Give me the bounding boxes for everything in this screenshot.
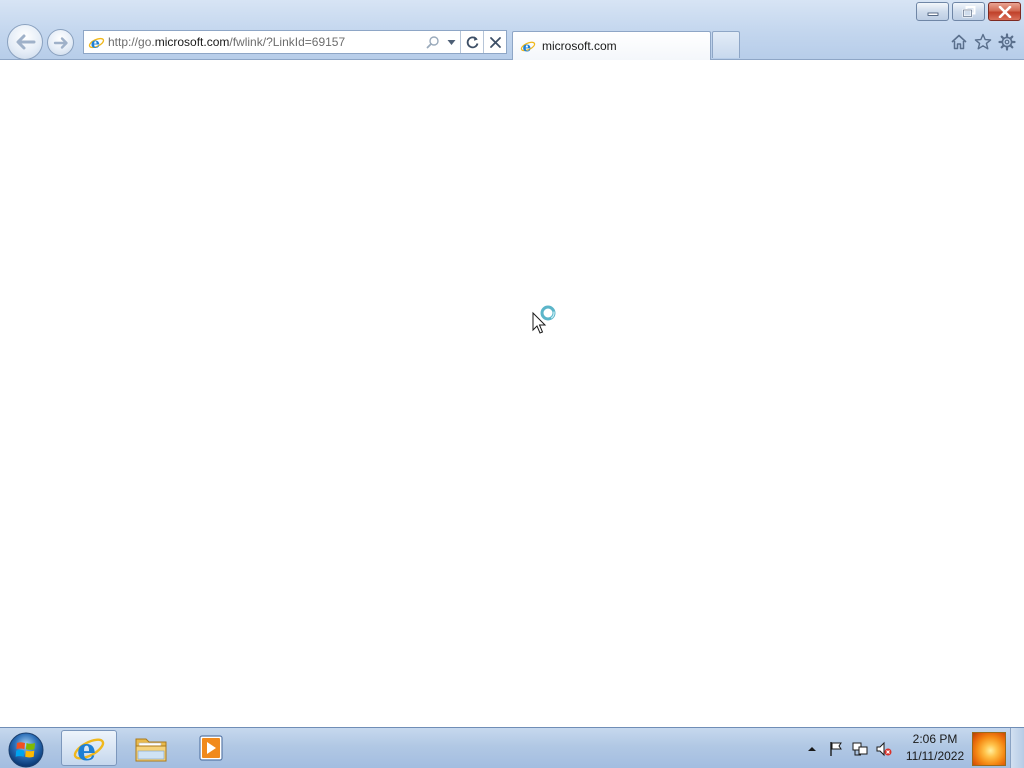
- favorites-star-icon[interactable]: [974, 33, 992, 51]
- show-desktop-button[interactable]: [1010, 728, 1024, 768]
- url-path: /fwlink/?LinkId=69157: [229, 35, 346, 49]
- restore-button[interactable]: [952, 2, 985, 21]
- address-divider: [483, 31, 484, 53]
- ie-tab-icon: e: [520, 39, 536, 54]
- svg-text:e: e: [91, 36, 100, 51]
- taskbar-windows-explorer[interactable]: [123, 730, 179, 766]
- tab-microsoft[interactable]: e microsoft.com: [512, 31, 711, 60]
- taskbar-windows-media-player[interactable]: [183, 730, 239, 766]
- restore-icon: [962, 5, 975, 17]
- action-center-flag-icon[interactable]: [828, 741, 844, 757]
- user-picture-avatar[interactable]: [972, 732, 1006, 766]
- taskbar: e: [0, 727, 1024, 768]
- page-content[interactable]: [0, 60, 1024, 727]
- clock-date: 11/11/2022: [905, 749, 965, 763]
- back-button[interactable]: [7, 24, 43, 60]
- stop-icon[interactable]: [487, 34, 504, 51]
- home-icon[interactable]: [950, 33, 968, 51]
- start-button[interactable]: [6, 730, 46, 768]
- url-domain: microsoft.com: [154, 35, 230, 49]
- forward-button[interactable]: [47, 29, 74, 56]
- address-bar[interactable]: e http://go.microsoft.com/fwlink/?LinkId…: [83, 30, 507, 54]
- show-hidden-icons-icon[interactable]: [806, 744, 818, 754]
- browser-toolbar: e http://go.microsoft.com/fwlink/?LinkId…: [0, 0, 1024, 60]
- ie-page-icon: e: [88, 36, 105, 51]
- close-icon: [998, 5, 1011, 18]
- media-player-icon: [199, 735, 223, 761]
- close-window-button[interactable]: [988, 2, 1021, 21]
- clock-time: 2:06 PM: [912, 732, 958, 746]
- network-icon[interactable]: [852, 741, 868, 757]
- taskbar-internet-explorer[interactable]: e: [61, 730, 117, 766]
- gear-icon[interactable]: [998, 33, 1016, 51]
- minimize-button[interactable]: [916, 2, 949, 21]
- svg-text:e: e: [523, 39, 531, 54]
- chevron-down-icon[interactable]: [447, 39, 456, 46]
- back-arrow-icon: [16, 34, 36, 50]
- internet-explorer-icon: e: [73, 733, 105, 765]
- address-url[interactable]: http://go.microsoft.com/fwlink/?LinkId=6…: [108, 31, 345, 53]
- busy-cursor-icon: [532, 305, 556, 334]
- forward-arrow-icon: [53, 36, 68, 49]
- url-prefix: http://go.: [108, 35, 155, 49]
- refresh-icon[interactable]: [464, 34, 481, 51]
- tab-title: microsoft.com: [542, 39, 617, 53]
- minimize-icon: [927, 12, 938, 16]
- address-divider: [460, 31, 461, 53]
- folder-icon: [135, 738, 167, 762]
- search-icon[interactable]: [426, 35, 440, 49]
- new-tab-button[interactable]: [712, 31, 740, 58]
- svg-text:e: e: [77, 733, 96, 765]
- volume-muted-icon[interactable]: [876, 741, 892, 757]
- system-clock[interactable]: 2:06 PM 11/11/2022: [900, 731, 970, 765]
